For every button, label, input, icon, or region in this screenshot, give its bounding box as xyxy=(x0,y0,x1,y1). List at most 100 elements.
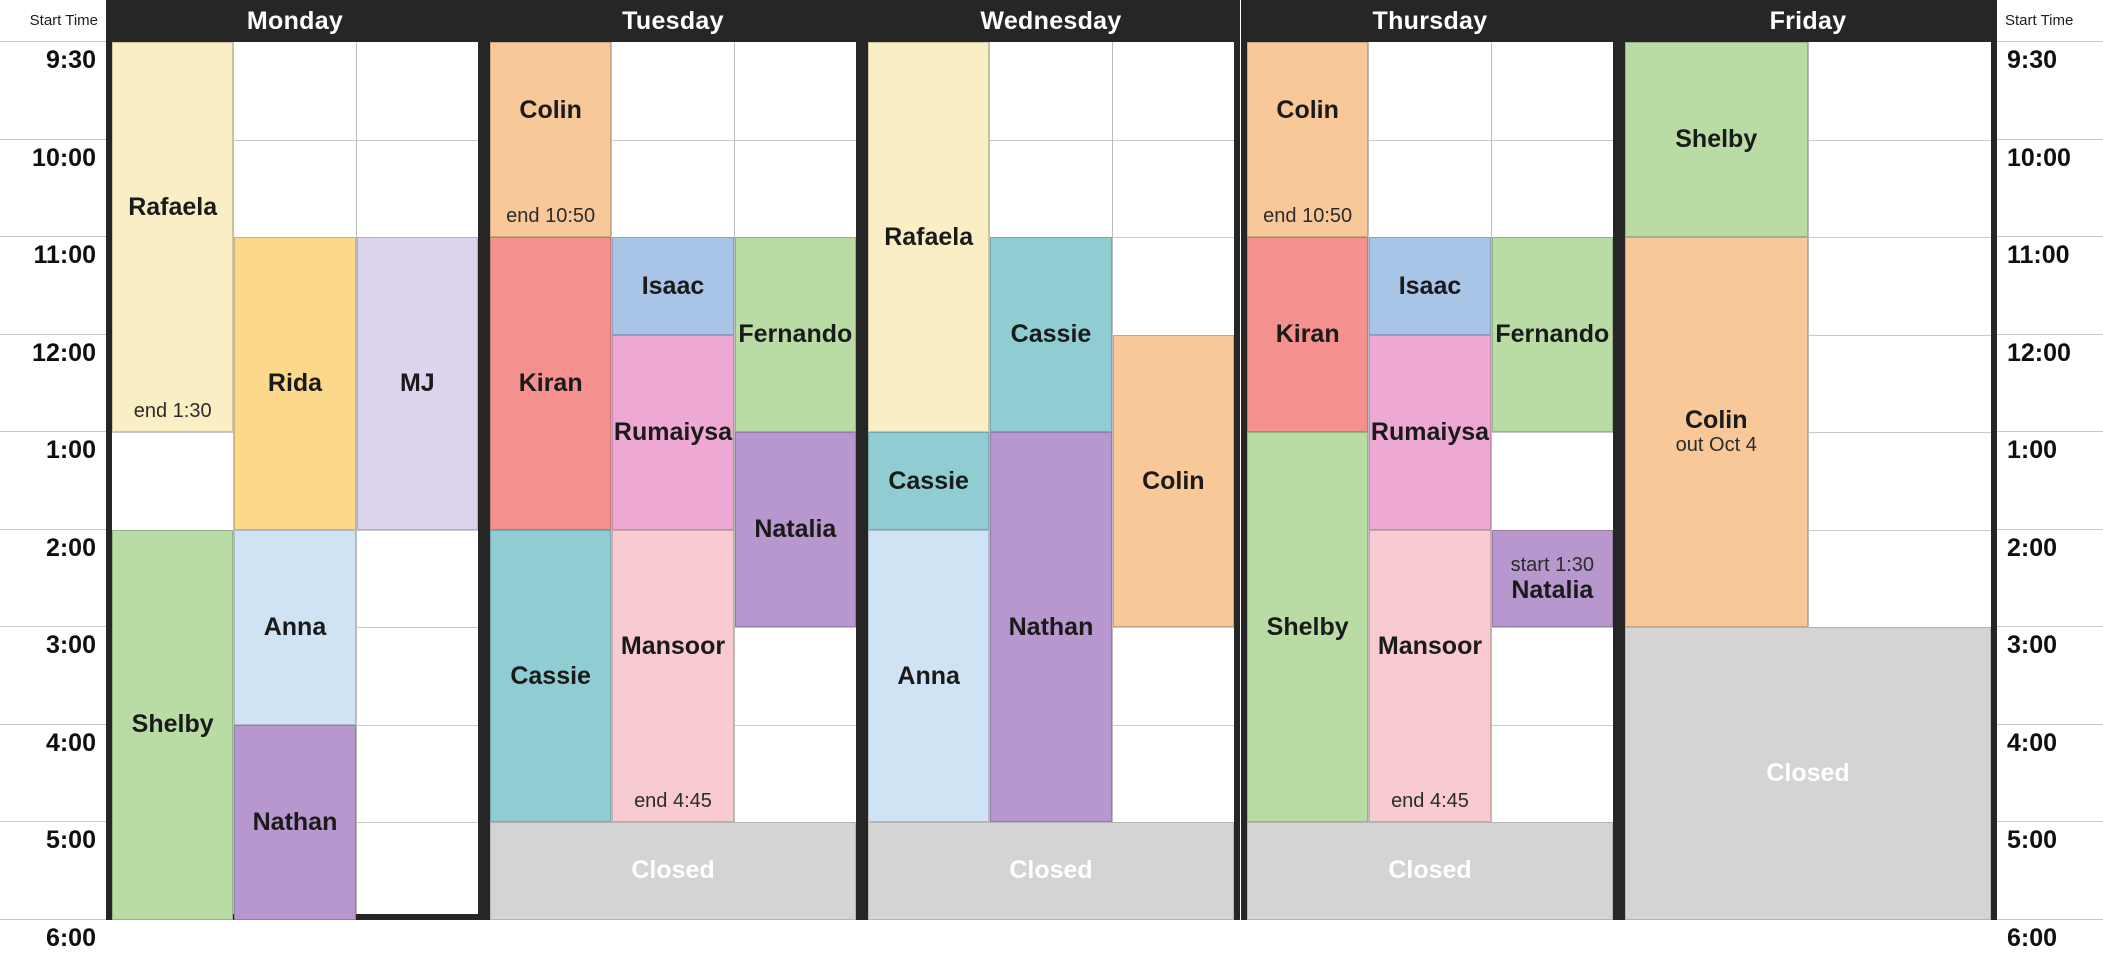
day-block-monday: Monday Rafaela end 1:30 Shelby Rida Anna Natha… xyxy=(106,0,484,920)
shift-block[interactable]: Colin out Oct 4 xyxy=(1625,237,1808,627)
shift-block[interactable]: Kiran xyxy=(1247,237,1369,432)
hour-gridline xyxy=(234,139,356,141)
shift-block[interactable]: Isaac xyxy=(612,237,734,335)
shift-block[interactable]: Cassie xyxy=(490,529,612,822)
time-label-end-right: 6:00 xyxy=(2007,923,2058,952)
time-label-right: 3:00 xyxy=(1997,627,2103,725)
hour-gridline xyxy=(356,822,478,823)
time-label-left: 12:00 xyxy=(0,334,106,432)
shift-name: Colin xyxy=(1685,406,1748,435)
hour-gridline xyxy=(1491,139,1613,141)
time-label-right: 1:00 xyxy=(1997,432,2103,530)
shift-block[interactable]: Shelby xyxy=(1247,432,1369,822)
shift-block[interactable]: start 1:30 Natalia xyxy=(1491,529,1613,627)
shift-block[interactable]: Shelby xyxy=(112,529,234,920)
closed-band: Closed xyxy=(868,822,1234,920)
shift-block[interactable]: Colin end 10:50 xyxy=(490,42,612,237)
shift-name: Cassie xyxy=(888,466,969,495)
shift-block[interactable]: Nathan xyxy=(234,724,356,920)
shift-name: Rafaela xyxy=(128,193,218,221)
time-label-left: 1:00 xyxy=(0,432,106,530)
time-label-left: 3:00 xyxy=(0,627,106,725)
time-label-right: 5:00 xyxy=(1997,822,2103,920)
hour-gridline xyxy=(1112,627,1234,628)
shift-block[interactable]: Nathan xyxy=(990,432,1112,822)
hour-gridline xyxy=(356,529,478,531)
lane-tuesday-2: Isaac Rumaiysa Mansoor end 4:45 xyxy=(612,42,735,914)
hour-gridline xyxy=(1808,139,1991,141)
day-lanes-tuesday: Colin end 10:50 Kiran Cassie Isaac Rumaiysa Ma… xyxy=(490,42,856,914)
shift-name: Anna xyxy=(897,661,960,690)
hour-gridline xyxy=(1112,237,1234,238)
shift-block[interactable]: Anna xyxy=(868,529,990,822)
lane-monday-1: Rafaela end 1:30 Shelby xyxy=(112,42,235,920)
shift-name: Isaac xyxy=(1398,271,1462,300)
shift-name: Rida xyxy=(267,369,323,398)
shift-block[interactable]: Fernando xyxy=(1491,237,1613,432)
day-lanes-wednesday: Rafaela Cassie Anna Cassie Nathan Colin xyxy=(868,42,1234,914)
hour-gridline xyxy=(1491,432,1613,433)
shift-name: Rafaela xyxy=(884,222,974,251)
shift-name: Colin xyxy=(519,95,582,124)
shift-block[interactable]: Rafaela end 1:30 xyxy=(112,42,234,432)
shift-block[interactable]: Rafaela xyxy=(868,42,990,432)
shift-block[interactable]: Cassie xyxy=(868,432,990,530)
shift-name: Mansoor xyxy=(620,631,726,660)
time-label-right: 11:00 xyxy=(1997,237,2103,335)
shift-name: Rumaiysa xyxy=(613,417,733,446)
lane-thursday-1: Colin end 10:50 Kiran Shelby xyxy=(1247,42,1370,914)
shift-block[interactable]: Rida xyxy=(234,237,356,530)
shift-note: end 1:30 xyxy=(133,400,212,422)
closed-band: Closed xyxy=(1247,822,1613,920)
day-block-tuesday: Tuesday Colin end 10:50 Kiran Cassie Isaac Rum… xyxy=(484,0,862,920)
hour-gridline xyxy=(1808,334,1991,336)
shift-block[interactable]: Fernando xyxy=(734,237,856,432)
shift-block[interactable]: MJ xyxy=(356,237,478,530)
shift-name: MJ xyxy=(399,369,435,398)
shift-block[interactable]: Shelby xyxy=(1625,42,1808,237)
hour-gridline xyxy=(734,139,856,141)
lane-tuesday-3: Fernando Natalia xyxy=(734,42,856,914)
shift-block[interactable]: Isaac xyxy=(1369,237,1491,335)
shift-name: Nathan xyxy=(252,807,338,836)
day-block-friday: Friday Shelby Colin out Oct 4 Closed xyxy=(1619,0,1997,920)
shift-block[interactable]: Colin end 10:50 xyxy=(1247,42,1369,237)
shift-name: Natalia xyxy=(1511,575,1594,604)
shift-block[interactable]: Anna xyxy=(234,529,356,725)
shift-block[interactable]: Mansoor end 4:45 xyxy=(612,529,734,822)
lane-monday-3: MJ xyxy=(356,42,478,914)
shift-block[interactable]: Rumaiysa xyxy=(1369,334,1491,530)
shift-block[interactable]: Rumaiysa xyxy=(612,334,734,530)
hour-gridline xyxy=(356,139,478,141)
shift-name: Shelby xyxy=(131,710,214,739)
time-label-left: 10:00 xyxy=(0,139,106,237)
time-label-end-left: 6:00 xyxy=(45,923,96,952)
hour-gridline xyxy=(734,724,856,726)
shift-block[interactable]: Colin xyxy=(1112,334,1234,627)
shift-block[interactable]: Kiran xyxy=(490,237,612,530)
start-time-column-left: Start Time 9:30 10:00 11:00 12:00 1:00 2:00 3:0… xyxy=(0,0,106,968)
day-header-wednesday: Wednesday xyxy=(980,6,1122,35)
weekly-schedule-grid: Start Time 9:30 10:00 11:00 12:00 1:00 2:00 3:0… xyxy=(0,0,2103,968)
hour-gridline xyxy=(1808,237,1991,238)
lane-wednesday-1: Rafaela Cassie Anna xyxy=(868,42,991,914)
start-time-column-right: Start Time 9:30 10:00 11:00 12:00 1:00 2:00 3:0… xyxy=(1997,0,2103,968)
time-label-right: 2:00 xyxy=(1997,529,2103,627)
shift-name: Fernando xyxy=(1495,320,1610,349)
shift-name: Shelby xyxy=(1675,125,1758,154)
shift-block[interactable]: Natalia xyxy=(734,432,856,627)
hour-gridline xyxy=(1491,724,1613,726)
hour-gridline xyxy=(356,724,478,726)
shift-name: Fernando xyxy=(738,320,853,349)
hour-gridline xyxy=(1112,139,1234,141)
hour-gridline xyxy=(356,627,478,628)
shift-name: Kiran xyxy=(1275,320,1340,349)
shift-block[interactable]: Cassie xyxy=(990,237,1112,432)
shift-block[interactable]: Mansoor end 4:45 xyxy=(1369,529,1491,822)
lane-tuesday-1: Colin end 10:50 Kiran Cassie xyxy=(490,42,613,914)
hour-gridline xyxy=(1112,724,1234,726)
shift-name: Mansoor xyxy=(1377,631,1483,660)
hour-gridline xyxy=(1808,529,1991,531)
hour-gridline xyxy=(1808,432,1991,433)
shift-name: Colin xyxy=(1276,95,1339,124)
